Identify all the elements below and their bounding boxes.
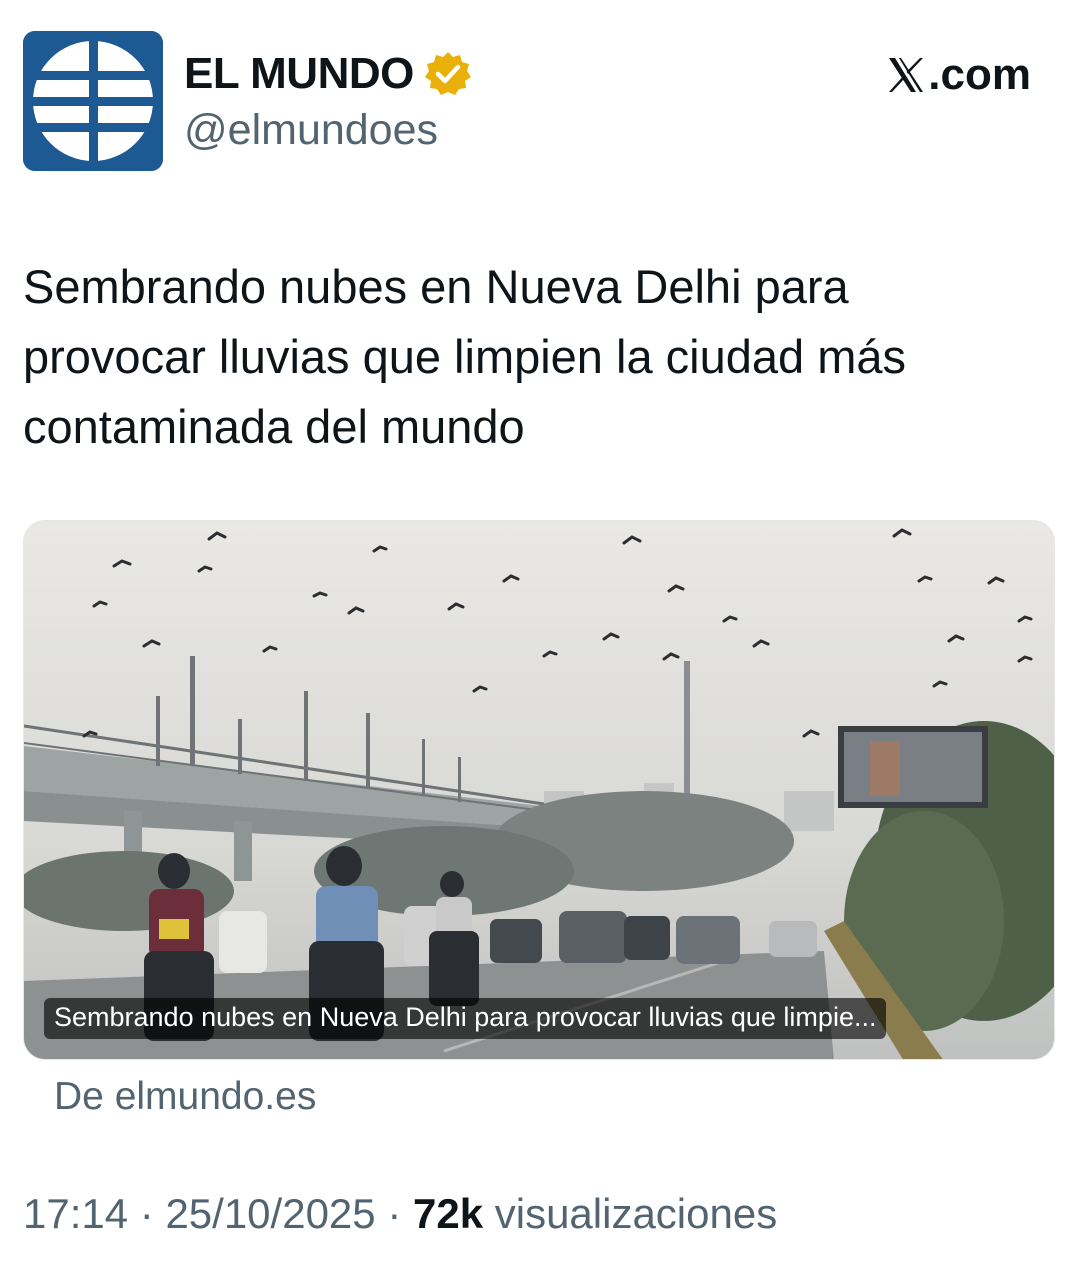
- views-label: visualizaciones: [483, 1190, 778, 1237]
- tweet-time[interactable]: 17:14: [23, 1190, 128, 1237]
- card-image: [24, 521, 1054, 1059]
- account-name[interactable]: EL MUNDO: [184, 49, 414, 99]
- x-com-label: .com: [886, 50, 1031, 100]
- tweet-meta: 17:14 · 25/10/2025 · 72k visualizaciones: [23, 1190, 777, 1238]
- tweet-text: Sembrando nubes en Nueva Delhi para prov…: [23, 260, 906, 453]
- card-caption[interactable]: Sembrando nubes en Nueva Delhi para prov…: [44, 998, 887, 1039]
- views-count: 72k: [412, 1190, 484, 1237]
- x-logo-icon: [889, 58, 924, 92]
- card-source-link[interactable]: De elmundo.es: [54, 1075, 316, 1119]
- meta-separator: ·: [128, 1190, 166, 1237]
- meta-separator: ·: [375, 1190, 413, 1237]
- account-name-row[interactable]: EL MUNDO: [184, 46, 472, 102]
- verified-badge-icon: [424, 52, 471, 95]
- x-com-text: .com: [928, 50, 1031, 99]
- el-mundo-globe-icon: [23, 31, 163, 171]
- tweet-date[interactable]: 25/10/2025: [165, 1190, 375, 1237]
- account-handle[interactable]: @elmundoes: [184, 106, 438, 155]
- link-card[interactable]: Sembrando nubes en Nueva Delhi para prov…: [23, 520, 1055, 1060]
- account-avatar[interactable]: [23, 31, 163, 171]
